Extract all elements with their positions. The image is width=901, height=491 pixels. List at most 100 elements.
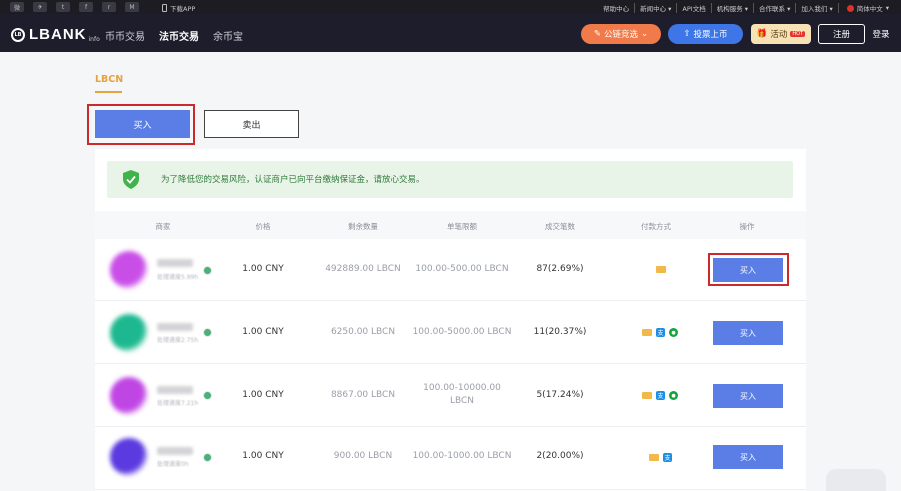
social-links: 微 ✈ t f r M xyxy=(10,2,139,12)
price-cell: 1.00 CNY xyxy=(242,451,284,461)
join-us-link[interactable]: 加入我们 ▾ xyxy=(796,3,839,13)
china-flag-icon xyxy=(846,4,854,12)
payment-methods: 支 ● xyxy=(642,328,678,337)
nav-fiat-trading[interactable]: 法币交易 xyxy=(159,28,199,43)
medium-icon[interactable]: M xyxy=(125,2,139,12)
col-limit: 单笔限额 xyxy=(447,222,477,231)
facebook-icon[interactable]: f xyxy=(79,2,93,12)
buy-button[interactable]: 买入 xyxy=(713,321,783,345)
main-header: LB LBANK info 币币交易 法币交易 余币宝 ✎ 公链竞选 ⌄ ⇧ 投… xyxy=(0,14,901,52)
col-remaining: 剩余数量 xyxy=(348,222,378,231)
merchant-speed: 处理速度5.99h xyxy=(157,274,199,281)
merchant-panel: 为了降低您的交易风险，认证商户已向平台缴纳保证金，请放心交易。 商家 价格 剩余… xyxy=(95,149,806,491)
merchant-name[interactable] xyxy=(157,447,193,455)
list-button-label: 投票上币 xyxy=(693,30,728,40)
vote-icon: ✎ xyxy=(593,29,601,39)
price-cell: 1.00 CNY xyxy=(242,390,284,400)
gift-icon: 🎁 xyxy=(756,29,768,39)
trades-cell: 5(17.24%) xyxy=(536,390,584,400)
table-row: 处理速度0h 1.00 CNY 900.00 LBCN 100.00-1000.… xyxy=(95,428,806,490)
logo-text: LBANK xyxy=(29,26,87,43)
login-button[interactable]: 登录 xyxy=(868,24,894,44)
merchant-speed: 处理速度7.21h xyxy=(157,400,199,407)
vote-button-label: 公链竞选 xyxy=(603,30,638,40)
col-payment: 付款方式 xyxy=(641,222,671,231)
table-header: 商家 价格 剩余数量 单笔限额 成交笔数 付款方式 操作 xyxy=(95,211,806,239)
help-center-link[interactable]: 帮助中心 xyxy=(598,3,636,13)
limit-cell: 100.00-5000.00 LBCN xyxy=(412,327,512,337)
register-button[interactable]: 注册 xyxy=(818,24,865,44)
upload-icon: ⇧ xyxy=(683,29,691,39)
merchant-name[interactable] xyxy=(157,259,193,267)
download-app-link[interactable]: 下载APP xyxy=(162,3,195,13)
payment-methods xyxy=(656,266,666,273)
buy-button[interactable]: 买入 xyxy=(713,258,783,282)
table-row: 处理速度7.21h 1.00 CNY 8867.00 LBCN 100.00-1… xyxy=(95,365,806,427)
trades-cell: 87(2.69%) xyxy=(536,264,584,274)
col-action: 操作 xyxy=(739,222,755,231)
bank-card-icon xyxy=(649,454,659,461)
bank-card-icon xyxy=(642,392,652,399)
nav-spot-trading[interactable]: 币币交易 xyxy=(105,28,145,43)
verified-merchant-icon xyxy=(203,391,212,400)
coin-tab-underline xyxy=(95,91,122,93)
api-docs-link[interactable]: API文档 xyxy=(677,3,712,13)
buy-button[interactable]: 买入 xyxy=(713,445,783,469)
table-row: 处理速度2.75h 1.00 CNY 6250.00 LBCN 100.00-5… xyxy=(95,302,806,364)
main-nav: 币币交易 法币交易 余币宝 xyxy=(105,28,243,43)
reddit-icon[interactable]: r xyxy=(102,2,116,12)
alipay-icon: 支 xyxy=(663,453,672,462)
remaining-cell: 492889.00 LBCN xyxy=(325,264,401,274)
shield-check-icon xyxy=(123,170,139,189)
merchant-speed: 处理速度2.75h xyxy=(157,337,199,344)
language-selector[interactable]: 简体中文 ▾ xyxy=(839,3,889,13)
weibo-icon[interactable]: 微 xyxy=(10,2,24,12)
col-price: 价格 xyxy=(255,222,271,231)
telegram-icon[interactable]: ✈ xyxy=(33,2,47,12)
remaining-cell: 8867.00 LBCN xyxy=(330,390,396,400)
trades-cell: 2(20.00%) xyxy=(536,451,584,461)
verified-merchant-icon xyxy=(203,453,212,462)
cooperation-link[interactable]: 合作联系 ▾ xyxy=(754,3,797,13)
logo-suffix: info xyxy=(88,36,100,43)
verified-merchant-icon xyxy=(203,266,212,275)
merchant-avatar xyxy=(110,251,148,289)
merchant-avatar xyxy=(110,377,148,415)
nav-savings[interactable]: 余币宝 xyxy=(213,28,243,43)
price-cell: 1.00 CNY xyxy=(242,327,284,337)
coin-tab-label: LBCN xyxy=(95,74,124,85)
chevron-down-icon: ⌄ xyxy=(641,29,649,39)
payment-methods: 支 xyxy=(649,453,672,462)
language-label: 简体中文 xyxy=(856,5,883,13)
merchant-speed: 处理速度0h xyxy=(157,461,189,468)
payment-methods: 支 ● xyxy=(642,391,678,400)
news-center-link[interactable]: 新闻中心 ▾ xyxy=(635,3,678,13)
coin-tab-lbcn[interactable]: LBCN xyxy=(95,74,124,93)
sell-tab[interactable]: 卖出 xyxy=(204,110,299,138)
download-app-label: 下载APP xyxy=(170,5,196,13)
merchant-name[interactable] xyxy=(157,323,193,331)
bank-card-icon xyxy=(656,266,666,273)
limit-cell: 100.00-1000.00 LBCN xyxy=(412,451,512,461)
public-chain-vote-button[interactable]: ✎ 公链竞选 ⌄ xyxy=(581,24,661,44)
twitter-icon[interactable]: t xyxy=(56,2,70,12)
buy-tab[interactable]: 买入 xyxy=(95,110,190,138)
limit-cell-line2: LBCN xyxy=(449,396,475,406)
lbank-logo-icon: LB xyxy=(11,27,25,42)
col-trades: 成交笔数 xyxy=(545,222,575,231)
support-chat-button[interactable] xyxy=(826,469,886,491)
merchant-name[interactable] xyxy=(157,386,193,394)
events-button[interactable]: 🎁 活动 HOT xyxy=(751,24,811,44)
lbank-logo[interactable]: LB LBANK info xyxy=(11,26,100,43)
top-links: 帮助中心 新闻中心 ▾ API文档 机构服务 ▾ 合作联系 ▾ 加入我们 ▾ 简… xyxy=(598,3,889,13)
security-notice: 为了降低您的交易风险，认证商户已向平台缴纳保证金，请放心交易。 xyxy=(107,161,793,198)
events-button-label: 活动 xyxy=(770,30,788,40)
buy-button[interactable]: 买入 xyxy=(713,384,783,408)
vote-listing-button[interactable]: ⇧ 投票上币 xyxy=(668,24,743,44)
phone-icon xyxy=(162,4,167,12)
wechat-icon: ● xyxy=(669,391,678,400)
institution-services-link[interactable]: 机构服务 ▾ xyxy=(712,3,755,13)
trades-cell: 11(20.37%) xyxy=(533,327,587,337)
merchant-avatar xyxy=(110,438,148,476)
col-merchant: 商家 xyxy=(155,222,171,231)
